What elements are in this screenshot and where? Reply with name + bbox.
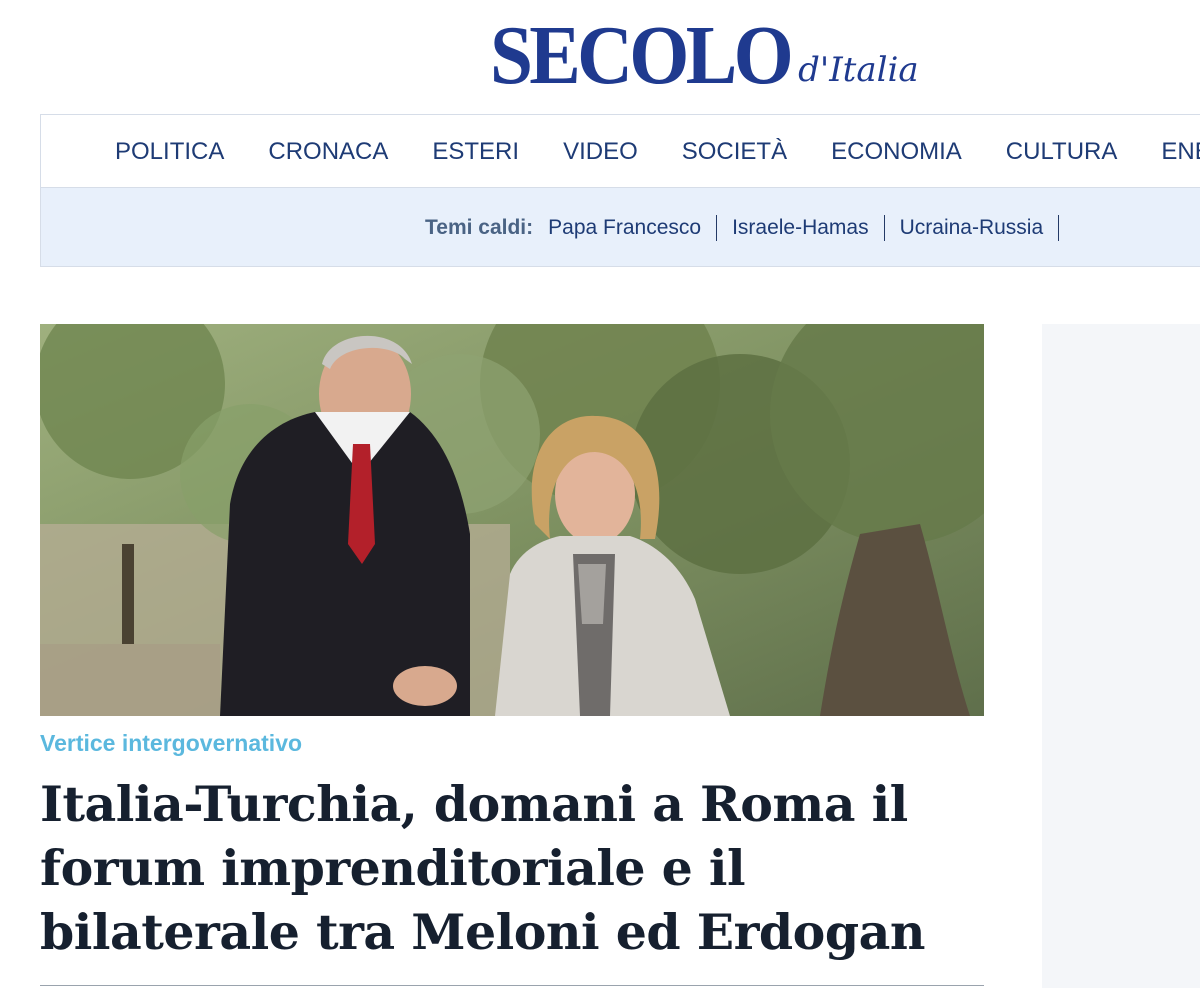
nav-item-politica[interactable]: POLITICA xyxy=(115,138,224,166)
logo-main-text: SECOLO xyxy=(490,9,794,102)
hot-topic-ucraina-russia[interactable]: Ucraina-Russia xyxy=(885,214,1060,241)
hot-topics-list: Temi caldi: Papa Francesco Israele-Hamas… xyxy=(425,188,1060,267)
nav-item-video[interactable]: VIDEO xyxy=(563,138,638,166)
divider xyxy=(40,985,984,986)
hot-topics-bar: Temi caldi: Papa Francesco Israele-Hamas… xyxy=(40,188,1200,267)
hot-topic-papa-francesco[interactable]: Papa Francesco xyxy=(548,214,718,241)
nav-list: POLITICA CRONACA ESTERI VIDEO SOCIETÀ EC… xyxy=(115,115,1200,187)
hero-photo-illustration xyxy=(40,324,984,716)
hot-topics-label: Temi caldi: xyxy=(425,215,534,239)
nav-item-economia[interactable]: ECONOMIA xyxy=(831,138,962,166)
article-hero-image[interactable] xyxy=(40,324,984,716)
hot-topic-israele-hamas[interactable]: Israele-Hamas xyxy=(717,214,885,241)
nav-item-esteri[interactable]: ESTERI xyxy=(432,138,519,166)
article-kicker[interactable]: Vertice intergovernativo xyxy=(40,730,302,757)
nav-item-cultura[interactable]: CULTURA xyxy=(1006,138,1118,166)
nav-item-energia[interactable]: ENERGIA xyxy=(1161,138,1200,166)
nav-item-societa[interactable]: SOCIETÀ xyxy=(682,138,787,166)
sidebar-placeholder xyxy=(1042,324,1200,988)
article-headline[interactable]: Italia-Turchia, domani a Roma il forum i… xyxy=(40,772,984,964)
article-headline-text: Italia-Turchia, domani a Roma il forum i… xyxy=(40,775,925,961)
site-logo[interactable]: SECOLO d'Italia xyxy=(490,6,919,98)
logo-sub-text: d'Italia xyxy=(798,50,919,90)
main-nav: POLITICA CRONACA ESTERI VIDEO SOCIETÀ EC… xyxy=(40,114,1200,188)
nav-item-cronaca[interactable]: CRONACA xyxy=(268,138,388,166)
